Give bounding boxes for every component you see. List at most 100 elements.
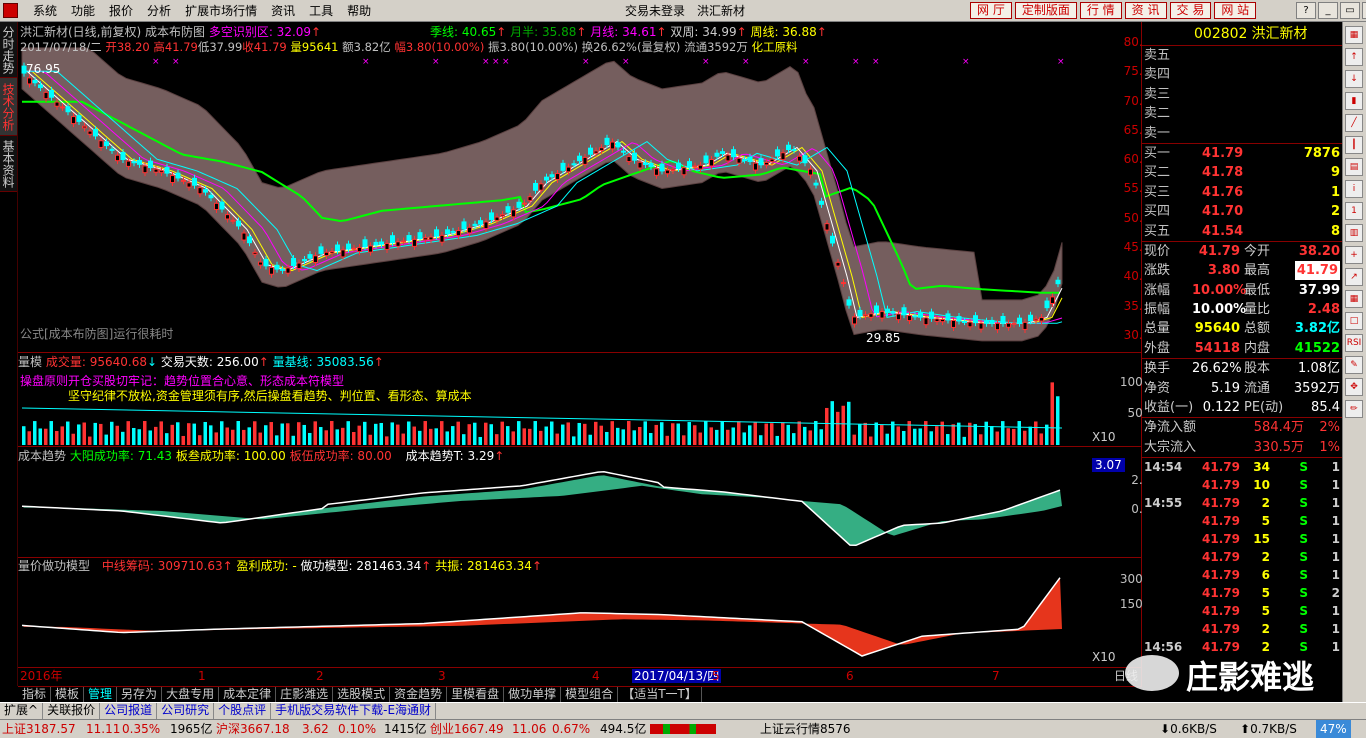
tab-model-view[interactable]: 里模看盘 [447, 687, 505, 702]
menu-quote[interactable]: 报价 [102, 3, 140, 19]
volume-bar [352, 431, 356, 445]
link-company-research[interactable]: 公司研究 [157, 703, 215, 719]
chart-icon[interactable]: ▤ [1345, 158, 1363, 176]
grid-icon[interactable]: ▦ [1345, 26, 1363, 44]
tab-save-as[interactable]: 另存为 [117, 687, 163, 702]
tool-icon[interactable]: ✎ [1345, 356, 1363, 374]
candle-body [170, 175, 175, 184]
arrow-icon[interactable]: ↗ [1345, 268, 1363, 286]
tick-s: S [1299, 478, 1308, 493]
menu-news[interactable]: 资讯 [264, 3, 302, 19]
chart-area[interactable]: × × × × × × × × × × × × × × × × 洪汇新材(日线,前复权) 成本布防图 多空识别… [18, 22, 1158, 686]
square-icon[interactable]: □ [1345, 312, 1363, 330]
volume-bar [313, 421, 317, 445]
candle-body [489, 212, 494, 220]
pencil-icon[interactable]: ✏ [1345, 400, 1363, 418]
menu-ext-market[interactable]: 扩展市场行情 [178, 3, 264, 19]
up-arrow-icon[interactable]: ↑ [1345, 48, 1363, 66]
news-button[interactable]: 资 讯 [1124, 2, 1167, 19]
tab-model-combo[interactable]: 模型组合 [561, 687, 619, 702]
volume-bar [154, 426, 158, 445]
split-icon[interactable]: ▥ [1345, 224, 1363, 242]
signal-marker: × [172, 57, 180, 67]
tab-t-trade[interactable]: 【适当T一T】 [618, 687, 702, 702]
help-icon[interactable]: ? [1296, 2, 1316, 19]
volume-bar [753, 421, 757, 445]
cy-index[interactable]: 创业1667.49 [430, 720, 504, 738]
tick-v: 10 [1253, 478, 1270, 493]
calendar-icon[interactable]: ▦ [1345, 290, 1363, 308]
candle-body [555, 173, 560, 180]
candle-body [907, 315, 912, 322]
close-icon[interactable]: × [1362, 2, 1366, 19]
candle-body [27, 77, 32, 85]
volume-bar [132, 427, 136, 445]
tab-selection[interactable]: 庄影潍选 [276, 687, 334, 702]
move-icon[interactable]: ✥ [1345, 378, 1363, 396]
hall-button[interactable]: 网 厅 [970, 2, 1012, 19]
tab-template[interactable]: 模板 [51, 687, 85, 702]
custom-layout-button[interactable]: 定制版面 [1014, 2, 1077, 19]
panel-divider [18, 557, 1142, 558]
candle-body [742, 159, 747, 162]
menu-function[interactable]: 功能 [64, 3, 102, 19]
candle-icon[interactable]: ┃ [1345, 136, 1363, 154]
sz-index[interactable]: 沪深3667.18 [216, 720, 290, 738]
tick-s: S [1299, 532, 1308, 547]
tick-n: 1 [1331, 478, 1340, 493]
tab-fundamental[interactable]: 基本资料 [0, 136, 17, 192]
tab-manage[interactable]: 管理 [84, 687, 118, 702]
tab-stock-mode[interactable]: 选股模式 [333, 687, 391, 702]
candle-body [890, 311, 896, 314]
tick-n: 1 [1331, 568, 1340, 583]
tab-market[interactable]: 大盘专用 [162, 687, 220, 702]
menu-help[interactable]: 帮助 [340, 3, 378, 19]
candle-body [148, 160, 153, 169]
bar-icon[interactable]: ▮ [1345, 92, 1363, 110]
volume-bar [550, 421, 554, 445]
menu-analysis[interactable]: 分析 [140, 3, 178, 19]
maximize-icon[interactable]: ▭ [1340, 2, 1360, 19]
rsi-icon[interactable]: RSI [1345, 334, 1363, 352]
tab-work[interactable]: 做功单撑 [504, 687, 562, 702]
volume-bar [445, 431, 449, 445]
link-mobile-download[interactable]: 手机版交易软件下载-E海通财 [271, 703, 437, 719]
tab-fund-trend[interactable]: 资金趋势 [390, 687, 448, 702]
menu-tools[interactable]: 工具 [302, 3, 340, 19]
tab-intraday[interactable]: 分时走势 [0, 22, 17, 78]
down-arrow-icon[interactable]: ↓ [1345, 70, 1363, 88]
link-related-quote[interactable]: 关联报价 [43, 703, 101, 719]
website-button[interactable]: 网 站 [1214, 2, 1257, 19]
one-icon[interactable]: 1 [1345, 202, 1363, 220]
ext-toggle[interactable]: 扩展^ [0, 703, 44, 719]
volume-bar [66, 421, 70, 445]
link-stock-review[interactable]: 个股点评 [214, 703, 272, 719]
volume-bar [885, 433, 889, 445]
candle-body [214, 202, 219, 211]
ask-row: 卖四 [1144, 67, 1171, 83]
link-company-news[interactable]: 公司报道 [100, 703, 158, 719]
volume-bar [742, 432, 746, 445]
plus-icon[interactable]: + [1345, 246, 1363, 264]
minimize-icon[interactable]: _ [1318, 2, 1338, 19]
volume-note-1: 操盘原则开仓买股切牢记：趋势位置合心意、形态成本符模型 [20, 374, 345, 388]
kline-chart-svg[interactable]: × × × × × × × × × × × × × × × × [18, 22, 1142, 686]
volume-bar [27, 431, 31, 445]
volume-bar [148, 430, 152, 445]
tab-technical[interactable]: 技术分析 [0, 78, 17, 136]
tab-cost-law[interactable]: 成本定律 [219, 687, 277, 702]
app-logo-icon[interactable] [3, 3, 18, 18]
info-icon[interactable]: i [1345, 180, 1363, 198]
right-toolbar: ▦ ↑ ↓ ▮ ╱ ┃ ▤ i 1 ▥ + ↗ ▦ □ RSI ✎ ✥ ✏ [1342, 22, 1366, 716]
candle-body [549, 174, 555, 178]
line-icon[interactable]: ╱ [1345, 114, 1363, 132]
candle-body [291, 257, 296, 266]
market-button[interactable]: 行 情 [1079, 2, 1122, 19]
volume-bar [748, 425, 752, 445]
tab-indicator[interactable]: 指标 [18, 687, 52, 702]
volume-bar [709, 427, 713, 445]
volume-bar [165, 433, 169, 445]
menu-system[interactable]: 系统 [26, 3, 64, 19]
sh-index[interactable]: 上证3187.57 [2, 720, 76, 738]
trade-button[interactable]: 交 易 [1169, 2, 1212, 19]
